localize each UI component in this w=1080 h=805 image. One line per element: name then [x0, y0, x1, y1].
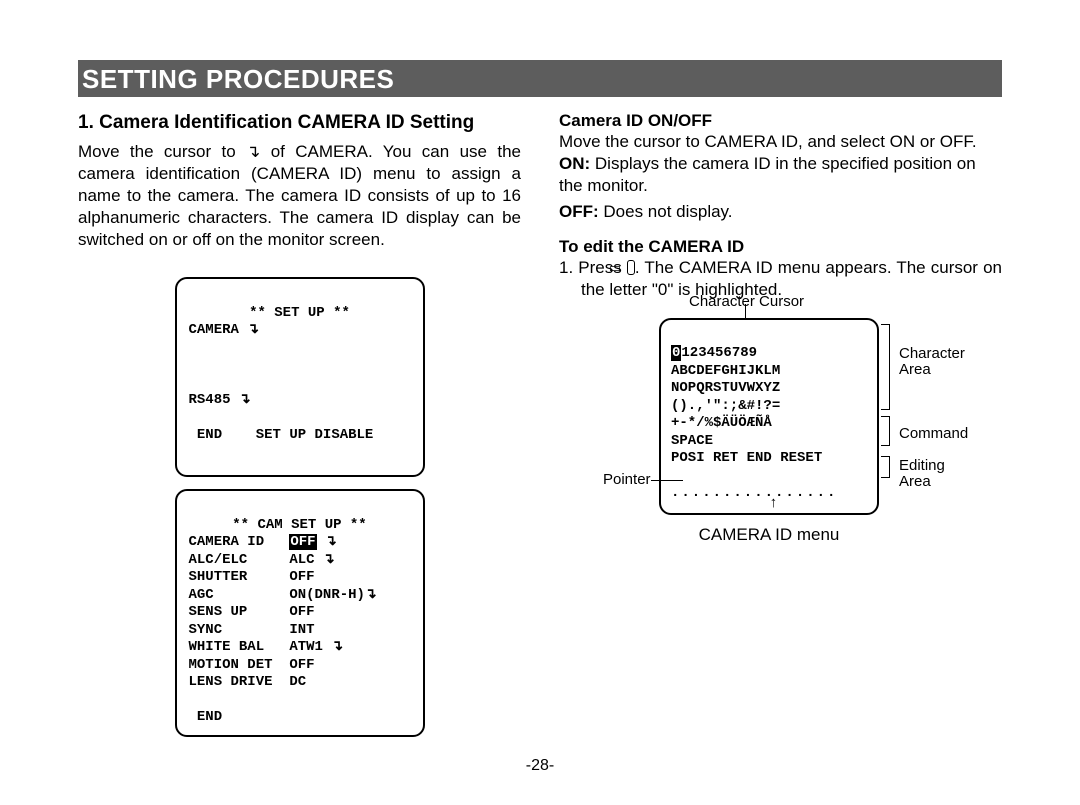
label-char-cursor: Character Cursor: [689, 294, 804, 311]
camera-id-menu-box: 0123456789 ABCDEFGHIJKLM NOPQRSTUVWXYZ (…: [659, 318, 879, 515]
section-banner: SETTING PROCEDURES: [78, 60, 1002, 97]
menu1-camera: CAMERA ↴: [189, 322, 260, 338]
highlighted-char: 0: [671, 345, 681, 361]
diagram-caption: CAMERA ID menu: [659, 525, 879, 545]
bracket-command: [881, 416, 890, 446]
menu3-editing-row: ................: [671, 485, 837, 501]
menu2-title: ** CAM SET UP **: [189, 517, 411, 535]
onoff-para-on: ON: Displays the camera ID in the specif…: [559, 153, 1002, 197]
camera-id-diagram: Character Cursor CharacterArea Command E…: [589, 318, 999, 545]
subheading-onoff: Camera ID ON/OFF: [559, 111, 1002, 131]
cursor-line: [745, 304, 746, 320]
menu3-r3: NOPQRSTUVWXYZ: [671, 380, 780, 396]
page-number: -28-: [78, 757, 1002, 775]
onoff-para1: Move the cursor to CAMERA ID, and select…: [559, 131, 1002, 153]
right-column: Camera ID ON/OFF Move the cursor to CAME…: [559, 107, 1002, 737]
menu1-rs485: RS485 ↴: [189, 392, 251, 408]
subheading-edit: To edit the CAMERA ID: [559, 237, 1002, 257]
menu1-end: END SET UP DISABLE: [189, 427, 374, 443]
section-heading: 1. Camera Identification CAMERA ID Setti…: [78, 111, 521, 135]
cam-setup-menu-box: ** CAM SET UP **CAMERA ID OFF ↴ ALC/ELC …: [175, 489, 425, 737]
onoff-para-off: OFF: Does not display.: [559, 201, 1002, 223]
menu3-r2: ABCDEFGHIJKLM: [671, 363, 780, 379]
pointer-up-arrow-icon: ↑: [769, 495, 778, 514]
menu3-r5: +-*/%$ÄÜÖÆÑÅ: [671, 415, 772, 431]
label-pointer: Pointer: [603, 472, 651, 489]
label-char-area: CharacterArea: [899, 346, 965, 379]
menu-button-icon: ▭: [627, 260, 635, 275]
intro-paragraph: Move the cursor to ↴ of CAMERA. You can …: [78, 141, 521, 251]
label-edit-area: EditingArea: [899, 458, 945, 491]
menu2-end: END: [189, 709, 223, 725]
bracket-chararea: [881, 324, 890, 410]
label-command: Command: [899, 426, 968, 443]
menu3-r4: ().,'":;&#!?=: [671, 398, 780, 414]
menu3-r6: SPACE: [671, 433, 713, 449]
left-column: 1. Camera Identification CAMERA ID Setti…: [78, 107, 521, 737]
menu1-title: ** SET UP **: [189, 305, 411, 323]
setup-menu-box: ** SET UP **CAMERA ↴ RS485 ↴ END SET UP …: [175, 277, 425, 477]
menu2-rows: CAMERA ID OFF ↴ ALC/ELC ALC ↴ SHUTTER OF…: [189, 534, 377, 690]
bracket-editarea: [881, 456, 890, 478]
menu3-r7: POSI RET END RESET: [671, 450, 822, 466]
